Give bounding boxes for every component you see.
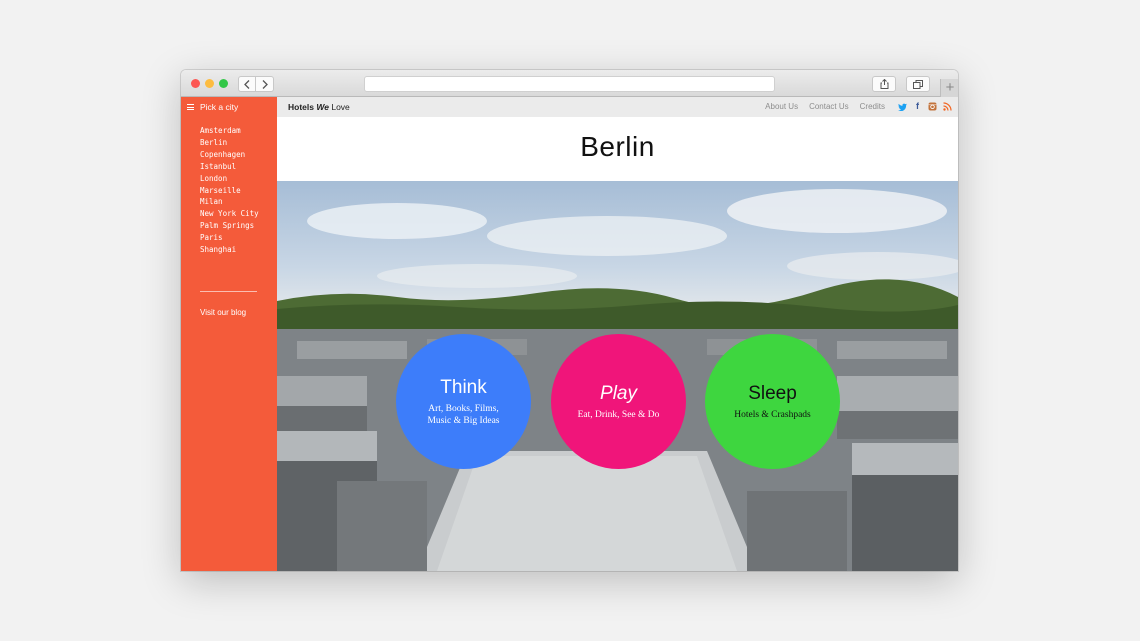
nav-links: About Us Contact Us Credits f [765, 102, 952, 111]
city-header: Berlin [277, 117, 958, 181]
city-link[interactable]: Paris [200, 232, 259, 244]
city-sidebar: Pick a city Amsterdam Berlin Copenhagen … [181, 97, 277, 571]
sleep-title: Sleep [748, 382, 797, 404]
rss-icon[interactable] [943, 102, 952, 111]
sleep-section-button[interactable]: Sleep Hotels & Crashpads [705, 334, 840, 469]
brand-part: Hotels [288, 102, 314, 112]
city-link[interactable]: Milan [200, 196, 259, 208]
sleep-subtitle: Hotels & Crashpads [734, 409, 811, 420]
play-subtitle: Eat, Drink, See & Do [577, 409, 660, 420]
think-title: Think [440, 376, 487, 398]
think-section-button[interactable]: Think Art, Books, Films, Music & Big Ide… [396, 334, 531, 469]
city-title: Berlin [580, 131, 655, 162]
pick-city-menu[interactable]: Pick a city [187, 102, 238, 112]
blog-link[interactable]: Visit our blog [200, 308, 246, 317]
share-button[interactable] [872, 76, 896, 92]
think-subtitle-line: Art, Books, Films, [428, 403, 499, 414]
city-list: Amsterdam Berlin Copenhagen Istanbul Lon… [200, 125, 259, 256]
pick-city-label: Pick a city [200, 102, 239, 112]
city-link[interactable]: Berlin [200, 137, 259, 149]
brand-part: Love [331, 102, 350, 112]
city-link[interactable]: Istanbul [200, 161, 259, 173]
contact-link[interactable]: Contact Us [809, 102, 849, 111]
sidebar-divider [200, 291, 257, 292]
credits-link[interactable]: Credits [860, 102, 885, 111]
tabs-icon [913, 79, 923, 89]
city-link[interactable]: Shanghai [200, 244, 259, 256]
address-bar[interactable] [364, 76, 775, 92]
new-tab-button[interactable]: + [940, 79, 958, 97]
think-subtitle-line: Music & Big Ideas [427, 415, 500, 426]
twitter-icon[interactable] [898, 102, 907, 111]
city-link[interactable]: New York City [200, 208, 259, 220]
forward-button[interactable] [256, 76, 274, 92]
forward-icon [262, 79, 268, 89]
city-link[interactable]: London [200, 173, 259, 185]
about-link[interactable]: About Us [765, 102, 798, 111]
city-link[interactable]: Amsterdam [200, 125, 259, 137]
play-title: Play [600, 382, 637, 404]
play-section-button[interactable]: Play Eat, Drink, See & Do [551, 334, 686, 469]
back-icon [244, 79, 250, 89]
maximize-window-button[interactable] [219, 79, 228, 88]
site-logo[interactable]: Hotels We Love [288, 102, 350, 112]
facebook-icon[interactable]: f [913, 102, 922, 111]
tabs-button[interactable] [906, 76, 930, 92]
share-icon [880, 79, 888, 89]
new-tab-icon: + [945, 79, 955, 96]
hero-image: Think Art, Books, Films, Music & Big Ide… [277, 181, 958, 571]
close-window-button[interactable] [191, 79, 200, 88]
instagram-icon[interactable] [928, 102, 937, 111]
city-link[interactable]: Marseille [200, 185, 259, 197]
browser-titlebar: + [181, 70, 958, 97]
top-nav: Hotels We Love About Us Contact Us Credi… [277, 97, 958, 117]
minimize-window-button[interactable] [205, 79, 214, 88]
back-button[interactable] [238, 76, 256, 92]
social-links: f [898, 102, 952, 111]
city-link[interactable]: Copenhagen [200, 149, 259, 161]
city-link[interactable]: Palm Springs [200, 220, 259, 232]
brand-part: We [316, 102, 329, 112]
browser-window: + Pick a city Amsterdam Berlin Copenhage… [181, 70, 958, 571]
menu-icon [187, 104, 194, 110]
